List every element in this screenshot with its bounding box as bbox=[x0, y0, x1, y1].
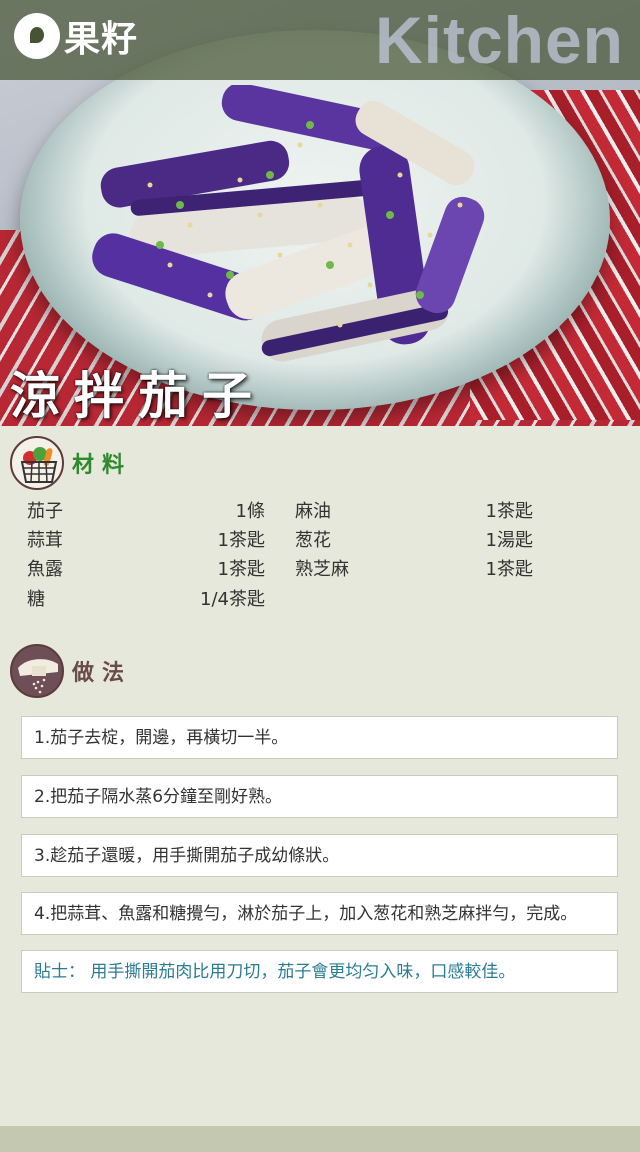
ingredient-item: 糖 1/4茶匙 bbox=[27, 586, 265, 614]
method-step: 2.把茄子隔水蒸6分鐘至剛好熟。 bbox=[21, 775, 618, 818]
ingredient-qty: 1茶匙 bbox=[217, 530, 265, 551]
eggplant-dish-illustration bbox=[92, 85, 485, 362]
ingredient-name: 熟芝麻 bbox=[295, 559, 349, 580]
method-header: 做法 bbox=[10, 644, 132, 698]
ingredient-qty: 1/4茶匙 bbox=[200, 589, 265, 610]
dish-title: 涼拌茄子 bbox=[10, 367, 266, 425]
footer-bar bbox=[0, 1126, 640, 1152]
ingredient-item: 蒜茸 1茶匙 bbox=[27, 527, 265, 555]
ingredients-title: 材料 bbox=[72, 453, 133, 478]
tip-box: 貼士： 用手撕開茄肉比用刀切，茄子會更均匀入味，口感較佳。 bbox=[21, 950, 618, 993]
ingredients-header: 材料 bbox=[10, 436, 132, 490]
ingredient-name: 麻油 bbox=[295, 501, 331, 522]
ingredient-name: 蒜茸 bbox=[27, 530, 63, 551]
ingredient-item: 魚露 1茶匙 bbox=[27, 556, 265, 584]
ingredient-item: 葱花 1湯匙 bbox=[295, 527, 533, 555]
method-step: 3.趁茄子還暖，用手撕開茄子成幼條狀。 bbox=[21, 834, 618, 877]
brand-logo-icon bbox=[14, 13, 60, 59]
ingredient-item: 茄子 1條 bbox=[27, 498, 265, 526]
ingredient-qty: 1條 bbox=[235, 501, 265, 522]
brand-name: 果籽 bbox=[64, 18, 139, 60]
brand-logo[interactable]: 果籽 bbox=[14, 10, 138, 62]
ingredient-qty: 1茶匙 bbox=[485, 559, 533, 580]
ingredient-qty: 1茶匙 bbox=[485, 501, 533, 522]
vegetable-basket-icon bbox=[10, 436, 64, 490]
ingredient-name: 魚露 bbox=[27, 559, 63, 580]
ingredient-item: 熟芝麻 1茶匙 bbox=[295, 556, 533, 584]
salt-shaker-icon bbox=[10, 644, 64, 698]
ingredient-name: 茄子 bbox=[27, 501, 63, 522]
ingredient-qty: 1茶匙 bbox=[217, 559, 265, 580]
method-title: 做法 bbox=[72, 661, 133, 686]
ingredient-name: 葱花 bbox=[295, 530, 331, 551]
method-step: 1.茄子去椗，開邊，再橫切一半。 bbox=[21, 716, 618, 759]
ingredient-qty: 1湯匙 bbox=[485, 530, 533, 551]
section-badge: Kitchen bbox=[374, 3, 624, 77]
method-step: 4.把蒜茸、魚露和糖攪勻，淋於茄子上，加入葱花和熟芝麻拌勻，完成。 bbox=[21, 892, 618, 935]
hero-image: 果籽 Kitchen 涼拌茄子 bbox=[0, 0, 640, 426]
ingredient-name: 糖 bbox=[27, 589, 45, 610]
ingredient-item: 麻油 1茶匙 bbox=[295, 498, 533, 526]
